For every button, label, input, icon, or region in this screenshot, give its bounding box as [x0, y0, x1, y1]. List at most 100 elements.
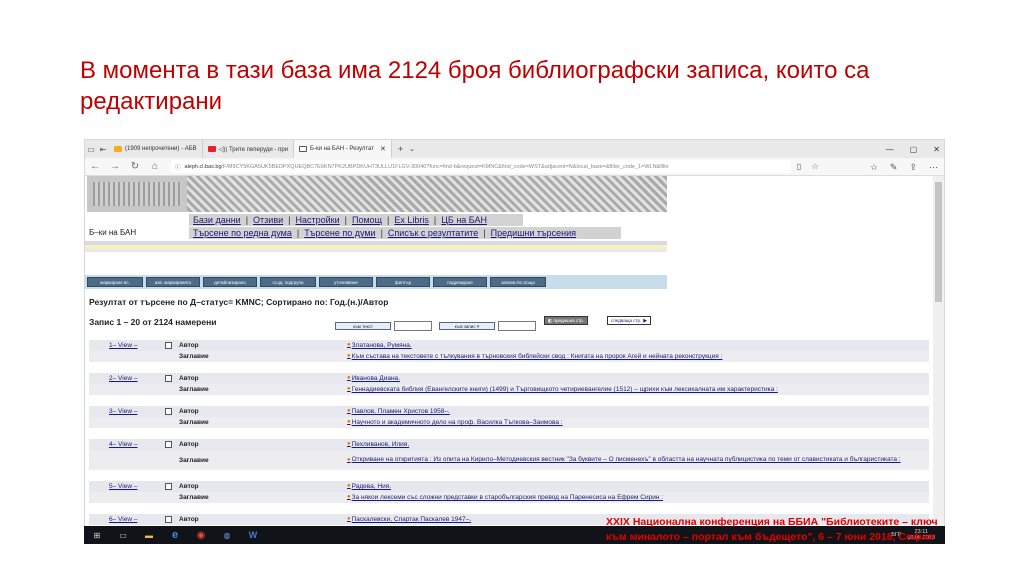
jump-record-input[interactable]	[498, 321, 536, 331]
deselect-button[interactable]: изв. маркирането	[146, 277, 200, 287]
field-label: Автор	[179, 441, 199, 448]
word-icon[interactable]: W	[240, 526, 266, 544]
menu-feedback[interactable]: Отзиви	[253, 215, 283, 225]
field-label: Автор	[179, 342, 199, 349]
jump-text-button[interactable]: към текст	[335, 322, 391, 330]
row-spacer	[89, 362, 929, 373]
menu-help[interactable]: Помощ	[352, 215, 382, 225]
page-scrollbar[interactable]	[933, 176, 944, 543]
file-explorer-icon[interactable]: ▬	[136, 526, 162, 544]
more-icon[interactable]: ⋯	[929, 162, 938, 173]
menu-databases[interactable]: Бази данни	[193, 215, 241, 225]
back-arrow-icon[interactable]: ←	[85, 161, 105, 172]
minimize-button[interactable]: —	[886, 145, 894, 154]
view-record-link[interactable]: 2– View –	[89, 373, 165, 384]
author-link[interactable]: ● Радева, Ния.	[347, 481, 929, 492]
reading-view-icon[interactable]: ▯	[791, 162, 807, 171]
view-record-link[interactable]: 4– View –	[89, 439, 165, 450]
share-icon[interactable]: ⇪	[909, 162, 917, 173]
web-page: Бази данни | Отзиви | Настройки | Помощ | Ex…	[85, 176, 935, 543]
field-label: Заглавие	[179, 419, 209, 426]
favorite-star-icon[interactable]: ☆	[807, 162, 823, 171]
bullet-icon: ●	[347, 342, 351, 348]
tab-back-icon[interactable]: ⇤	[97, 145, 109, 154]
author-link[interactable]: ● Златанова, Румяна.	[347, 340, 929, 351]
url-path: /F/M9CY5KGA5UK5BEDPXQUEQBC7E6KN7PK2UBPDK…	[221, 163, 669, 170]
detailed-button[interactable]: детайлизирано	[203, 277, 257, 287]
home-icon[interactable]: ⌂	[145, 161, 165, 172]
bullet-icon: ●	[347, 408, 351, 414]
record-checkbox[interactable]	[165, 375, 172, 382]
url-input[interactable]: ⓘ aleph.cl.bas.bg /F/M9CY5KGA5UK5BEDPXQU…	[171, 160, 791, 173]
sort-button[interactable]: подреждане	[433, 277, 487, 287]
task-view-icon[interactable]: ▭	[110, 526, 136, 544]
scrollbar-thumb[interactable]	[935, 182, 942, 302]
row-spacer	[89, 503, 929, 514]
filter-button[interactable]: филтър	[376, 277, 430, 287]
divider	[85, 249, 667, 252]
table-row: 5– View – Автор ● Радева, Ния.	[89, 481, 929, 492]
record-checkbox[interactable]	[165, 342, 172, 349]
tab-abv[interactable]: (1909 непрочетени) - АБВ	[109, 140, 203, 158]
table-row: Заглавие ● Научното и академичното дело н…	[89, 417, 929, 428]
refine-button[interactable]: уточняване	[319, 277, 373, 287]
library-name: Б–ки на БАН	[89, 228, 137, 237]
title-link[interactable]: ● Геннадиевската библия (Евангелските кни…	[347, 384, 929, 395]
close-tab-icon[interactable]: ✕	[380, 145, 386, 153]
window-controls: — ▢ ✕	[886, 140, 940, 158]
select-all-button[interactable]: маркиране вс.	[87, 277, 143, 287]
record-checkbox[interactable]	[165, 408, 172, 415]
title-link[interactable]: ● Към състава на текстовете с тълкувания …	[347, 351, 929, 362]
results-toolbar: маркиране вс. изв. маркирането детайлизи…	[85, 275, 667, 289]
bullet-icon: ●	[347, 419, 351, 425]
field-label: Заглавие	[179, 456, 209, 464]
url-host: aleph.cl.bas.bg	[184, 163, 222, 170]
record-checkbox[interactable]	[165, 441, 172, 448]
jump-text-input[interactable]	[394, 321, 432, 331]
view-record-link[interactable]: 5– View –	[89, 481, 165, 492]
tab-youtube[interactable]: ◁)) Трите пеперуди - при	[203, 140, 295, 158]
chevron-down-icon[interactable]: ⌄	[409, 145, 415, 153]
jump-record-button[interactable]: към запис #	[439, 322, 495, 330]
view-record-link[interactable]: 3– View –	[89, 406, 165, 417]
menu-browse[interactable]: Търсене по редна дума	[193, 228, 292, 238]
title-link[interactable]: ● Научното и академичното дело на проф. В…	[347, 417, 929, 428]
top-menu: Бази данни | Отзиви | Настройки | Помощ | Ex…	[189, 214, 523, 226]
view-record-link[interactable]: 1– View –	[89, 340, 165, 351]
windows-start-icon[interactable]: ⊞	[84, 526, 110, 544]
edge-icon[interactable]: e	[162, 526, 188, 544]
menu-search-words[interactable]: Търсене по думи	[304, 228, 375, 238]
slide-title: В момента в тази база има 2124 броя библ…	[80, 57, 870, 115]
create-subset-button[interactable]: създ. подгрупа	[260, 277, 316, 287]
address-bar: ← → ↻ ⌂ ⓘ aleph.cl.bas.bg /F/M9CY5KGA5UK…	[85, 158, 944, 176]
app-icon[interactable]: ◍	[214, 526, 240, 544]
author-link[interactable]: ● Пехливанов, Илия.	[347, 439, 929, 450]
menu-result-list[interactable]: Списък с резултатите	[388, 228, 478, 238]
menu-cb-ban[interactable]: ЦБ на БАН	[441, 215, 487, 225]
view-record-link[interactable]: 6– View –	[89, 514, 165, 525]
refresh-icon[interactable]: ↻	[125, 161, 145, 172]
favorites-hub-icon[interactable]: ☆	[870, 162, 878, 173]
author-link[interactable]: ● Павлов, Пламен Христов 1958–.	[347, 406, 929, 417]
close-window-button[interactable]: ✕	[933, 145, 940, 154]
next-page-button[interactable]: следваща стр. ▶	[607, 316, 652, 325]
new-tab-button[interactable]: +	[398, 144, 403, 154]
menu-previous-searches[interactable]: Предишни търсения	[491, 228, 576, 238]
save-email-button[interactable]: запазв./ел.поща	[490, 277, 546, 287]
record-checkbox[interactable]	[165, 516, 172, 523]
title-link[interactable]: ● За някои лексеми със сложни представки …	[347, 492, 929, 503]
maximize-button[interactable]: ▢	[910, 145, 918, 154]
tab-ban-results[interactable]: Б-ки на БАН - Резултат ✕	[294, 140, 392, 158]
table-row: 2– View – Автор ● Иванова Диана.	[89, 373, 929, 384]
pen-icon[interactable]: ✎	[890, 162, 898, 173]
record-checkbox[interactable]	[165, 483, 172, 490]
title-link[interactable]: ●Откриване на откритията : Из опита на К…	[347, 450, 929, 470]
tab-actions-icon[interactable]: ▭	[85, 145, 97, 154]
chrome-icon[interactable]: ◉	[188, 526, 214, 544]
menu-settings[interactable]: Настройки	[295, 215, 339, 225]
menu-exlibris[interactable]: Ex Libris	[394, 215, 429, 225]
forward-arrow-icon[interactable]: →	[105, 161, 125, 172]
previous-page-button[interactable]: ◧ предишна стр.	[544, 316, 588, 325]
author-link[interactable]: ● Иванова Диана.	[347, 373, 929, 384]
results-title: Резултат от търсене по Д–статус= KMNC; С…	[89, 297, 389, 307]
